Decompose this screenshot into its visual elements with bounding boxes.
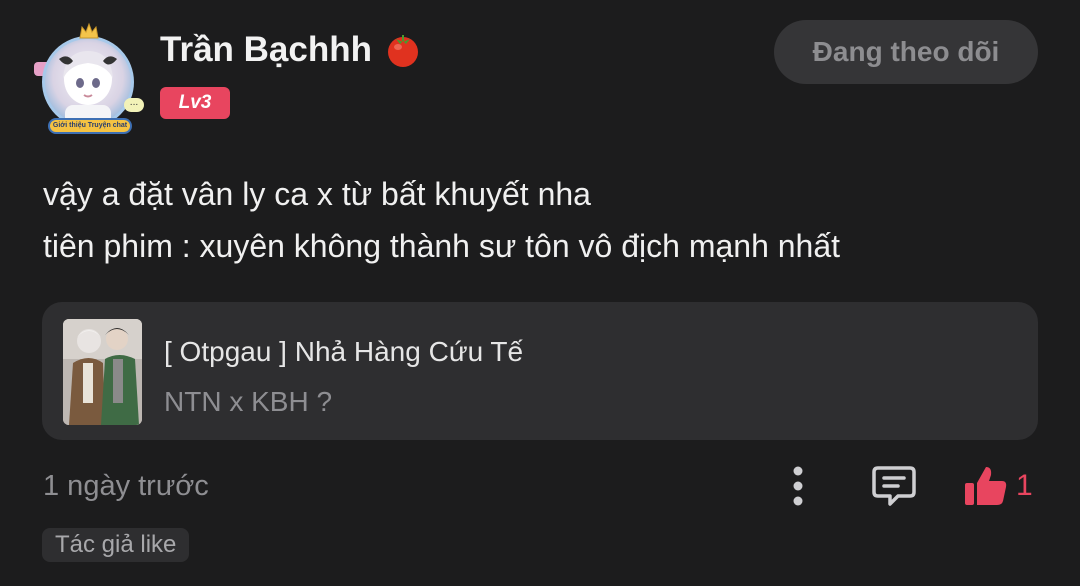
- book-cover: [63, 319, 142, 425]
- avatar-bubble: ...: [124, 98, 144, 112]
- avatar-banner: Giới thiệu Truyện chat: [48, 118, 132, 134]
- comment-body: vậy a đặt vân ly ca x từ bất khuyết nha …: [43, 168, 1043, 272]
- thumbs-up-icon: [965, 467, 1007, 505]
- more-options-button[interactable]: [778, 462, 818, 512]
- avatar[interactable]: ... Giới thiệu Truyện chat: [30, 18, 148, 138]
- more-vertical-icon: [793, 466, 803, 506]
- crown-icon: [79, 22, 99, 39]
- timestamp: 1 ngày trước: [43, 470, 209, 502]
- avatar-image: [42, 36, 134, 128]
- comment-line-2: tiên phim : xuyên không thành sư tôn vô …: [43, 228, 841, 264]
- comment-line-1: vậy a đặt vân ly ca x từ bất khuyết nha: [43, 176, 591, 212]
- book-card[interactable]: [ Otpgau ] Nhả Hàng Cứu Tế NTN x KBH ?: [42, 302, 1038, 440]
- like-count: 1: [1016, 469, 1033, 502]
- tomato-icon: [387, 35, 418, 67]
- comment-item: ... Giới thiệu Truyện chat Trần Bạchhh L…: [0, 0, 1080, 586]
- book-title: [ Otpgau ] Nhả Hàng Cứu Tế: [164, 336, 524, 367]
- comment-icon: [872, 466, 916, 506]
- author-liked-badge: Tác giả like: [42, 528, 190, 562]
- username[interactable]: Trần Bạchhh: [160, 30, 422, 70]
- like-button[interactable]: 1: [962, 458, 1042, 514]
- level-badge: Lv3: [160, 87, 230, 119]
- following-button[interactable]: Đang theo dõi: [774, 20, 1038, 84]
- book-subtitle: NTN x KBH ?: [164, 386, 333, 417]
- reply-button[interactable]: [870, 462, 918, 510]
- username-text: Trần Bạchhh: [160, 30, 372, 69]
